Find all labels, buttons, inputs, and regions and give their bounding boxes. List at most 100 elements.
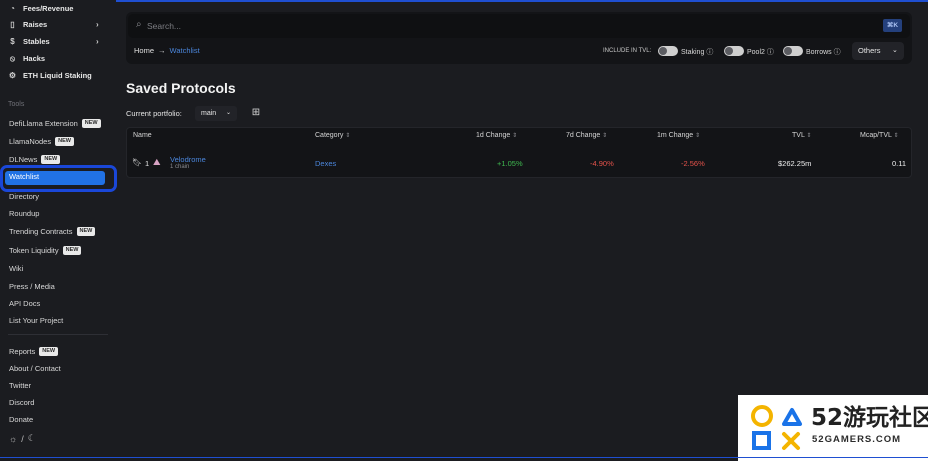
sort-icon: ⇕ <box>806 133 812 139</box>
help-icon: ⓘ <box>833 49 841 56</box>
breadcrumb-home[interactable]: Home <box>134 46 154 55</box>
search-input[interactable] <box>147 19 847 33</box>
new-badge: NEW <box>41 154 61 164</box>
sidebar-item-donate[interactable]: Donate <box>9 413 33 425</box>
portfolio-label: Current portfolio: <box>126 109 182 118</box>
theme-switcher: ☼ / ☾ <box>9 433 36 444</box>
sidebar-item-label: DefiLlama Extension <box>9 118 78 128</box>
sidebar-item-api-docs[interactable]: API Docs <box>9 297 40 309</box>
sidebar-item-label: Press / Media <box>9 281 55 291</box>
moon-icon[interactable]: ☾ <box>28 433 36 444</box>
watermark-logo-icon <box>751 405 802 450</box>
shortcut-badge[interactable]: ⌘K <box>883 19 902 32</box>
new-badge: NEW <box>62 245 82 255</box>
breadcrumb-current[interactable]: Watchlist <box>170 46 200 55</box>
sidebar-item-label: Wiki <box>9 263 24 273</box>
chevron-down-icon: ⌄ <box>892 47 898 54</box>
new-badge: NEW <box>76 226 96 236</box>
hacks-icon: ⦸ <box>9 53 16 63</box>
sidebar-item-label: ETH Liquid Staking <box>23 70 92 80</box>
staking-toggle[interactable] <box>658 46 678 56</box>
add-folder-icon[interactable]: ⊞ <box>249 106 263 120</box>
sidebar-item-stables[interactable]: $ Stables › <box>8 35 98 47</box>
sort-icon: ⇕ <box>695 133 701 139</box>
sidebar-item-label: Token Liquidity <box>9 245 59 255</box>
sidebar-item-list-your-project[interactable]: List Your Project <box>9 314 63 326</box>
sidebar-item-label: Fees/Revenue <box>23 3 74 13</box>
theme-separator: / <box>21 433 24 444</box>
pool2-toggle[interactable] <box>724 46 744 56</box>
sidebar-item-press-media[interactable]: Press / Media <box>9 280 55 292</box>
portfolio-select[interactable]: main ⌄ <box>195 106 237 121</box>
page-title: Saved Protocols <box>126 80 236 96</box>
chevron-right-icon: › <box>96 36 99 46</box>
sidebar-item-label: API Docs <box>9 298 41 308</box>
watermark-title: 52游玩社区 <box>811 405 928 431</box>
change-7d-cell: -4.90% <box>590 159 614 168</box>
bookmark-icon[interactable]: 🔖︎ <box>132 158 142 167</box>
sidebar-item-label: LlamaNodes <box>9 136 52 146</box>
breadcrumb: Home → Watchlist <box>134 46 200 55</box>
sort-icon: ⇕ <box>512 133 518 139</box>
column-header-tvl[interactable]: TVL ⇕ <box>792 132 812 139</box>
protocol-chains: 1 chain <box>170 164 190 170</box>
sort-icon: ⇕ <box>345 133 351 139</box>
eth-staking-icon: ⚙ <box>8 70 17 80</box>
sidebar-item-eth-liquid-staking[interactable]: ⚙ ETH Liquid Staking <box>8 69 92 81</box>
others-label: Others <box>858 46 881 55</box>
new-badge: NEW <box>55 136 74 146</box>
tvl-cell: $262.25m <box>778 159 812 168</box>
sidebar-item-label: Stables <box>23 36 50 46</box>
category-cell[interactable]: Dexes <box>315 159 336 168</box>
sidebar-item-label: Trending Contracts <box>9 226 73 236</box>
include-in-tvl-label: INCLUDE IN TVL: <box>603 48 652 54</box>
sidebar-item-directory[interactable]: Directory <box>9 190 39 202</box>
sidebar-item-dlnews[interactable]: DLNews NEW <box>9 153 61 165</box>
column-header-1d-change[interactable]: 1d Change ⇕ <box>476 132 517 139</box>
sidebar-item-raises[interactable]: ▯ Raises › <box>8 18 98 30</box>
others-dropdown[interactable]: Others ⌄ <box>852 42 904 60</box>
new-badge: NEW <box>81 118 101 128</box>
sort-icon: ⇕ <box>602 133 608 139</box>
row-rank: 1 <box>145 159 150 168</box>
sidebar-item-defillama-extension[interactable]: DefiLlama Extension NEW <box>9 117 101 129</box>
sidebar-item-about-contact[interactable]: About / Contact <box>9 362 61 374</box>
bottom-edge-line <box>0 457 928 458</box>
protocol-name-link[interactable]: Velodrome <box>170 155 206 164</box>
sun-icon[interactable]: ☼ <box>9 434 17 444</box>
sidebar-item-label: Donate <box>9 414 34 424</box>
sort-icon: ⇕ <box>893 133 899 139</box>
sidebar-item-label: Hacks <box>23 53 46 63</box>
top-edge-line <box>0 0 928 2</box>
change-1m-cell: -2.56% <box>681 159 705 168</box>
sidebar-item-twitter[interactable]: Twitter <box>9 379 31 391</box>
sidebar-divider <box>8 334 108 335</box>
arrow-right-icon: → <box>158 46 166 55</box>
sidebar-item-token-liquidity[interactable]: Token Liquidity NEW <box>9 244 82 256</box>
sidebar-item-trending-contracts[interactable]: Trending Contracts NEW <box>9 225 96 237</box>
sidebar-item-wiki[interactable]: Wiki <box>9 262 23 274</box>
mcap-tvl-cell: 0.11 <box>892 159 907 168</box>
sidebar-item-hacks[interactable]: ⦸ Hacks <box>8 52 45 64</box>
sidebar-item-fees-revenue[interactable]: ◔ Fees/Revenue <box>8 2 73 14</box>
sidebar-item-label: Twitter <box>9 380 32 390</box>
sidebar-item-label: Reports <box>9 346 36 356</box>
help-icon: ⓘ <box>706 49 714 56</box>
sidebar-item-discord[interactable]: Discord <box>9 396 34 408</box>
column-header-1m-change[interactable]: 1m Change ⇕ <box>657 132 700 139</box>
sidebar-item-reports[interactable]: Reports NEW <box>9 345 59 357</box>
watchlist-highlight-ring <box>0 165 117 192</box>
sidebar: ◔ Fees/Revenue ▯ Raises › $ Stables › ⦸ … <box>0 0 117 461</box>
sidebar-item-llamanodes[interactable]: LlamaNodes NEW <box>9 135 74 147</box>
help-icon: ⓘ <box>766 49 774 56</box>
column-header-name[interactable]: Name <box>133 132 152 139</box>
column-header-7d-change[interactable]: 7d Change ⇕ <box>566 132 607 139</box>
column-header-category[interactable]: Category ⇕ <box>315 132 350 139</box>
column-header-mcap-tvl[interactable]: Mcap/TVL ⇕ <box>860 132 899 139</box>
velodrome-logo-icon: ⛰ <box>153 157 161 167</box>
stables-icon: $ <box>10 36 15 46</box>
sidebar-item-roundup[interactable]: Roundup <box>9 207 39 219</box>
sidebar-item-label: Raises <box>23 19 48 29</box>
borrows-toggle[interactable] <box>783 46 803 56</box>
sidebar-item-label: Roundup <box>9 208 40 218</box>
